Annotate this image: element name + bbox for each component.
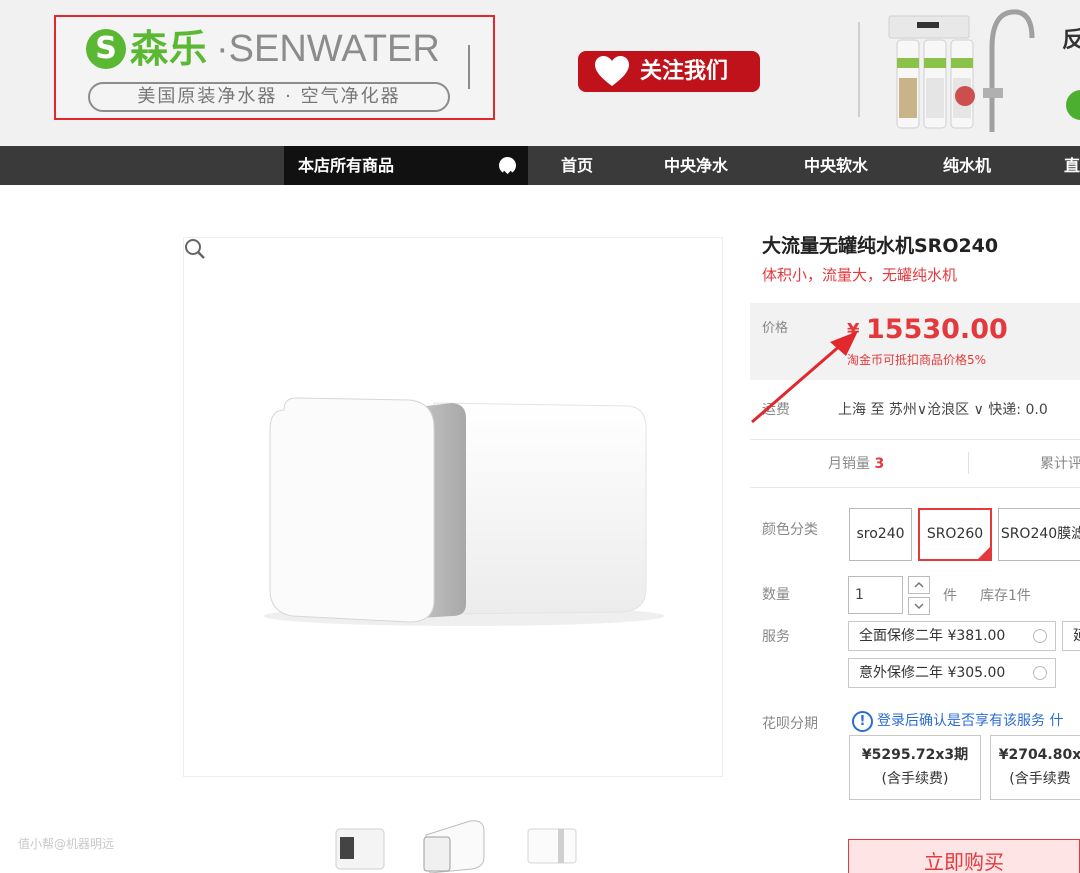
price-value: 15530.00 xyxy=(866,314,1008,345)
huabei-login-link[interactable]: 登录后确认是否享有该服务 什 xyxy=(877,711,1063,732)
color-category-label: 颜色分类 xyxy=(762,522,818,538)
nav-item-central-purify[interactable]: 中央净水 xyxy=(664,146,728,185)
logo-english-name: ·SENWATER xyxy=(216,28,440,70)
service-select-full-warranty[interactable]: 全面保修二年 ¥381.00 xyxy=(848,621,1056,651)
chevron-down-icon xyxy=(1033,629,1047,643)
service-option-label: 全面保修二年 ¥381.00 xyxy=(859,628,1006,644)
quantity-unit: 件 xyxy=(943,588,957,604)
thumbnail-2[interactable] xyxy=(420,815,488,873)
follow-us-label: 关注我们 xyxy=(640,59,729,84)
nav-item-central-soften[interactable]: 中央软水 xyxy=(804,146,868,185)
shop-logo[interactable]: S 森乐 ·SENWATER 美国原装净水器 · 空气净化器 xyxy=(54,15,495,120)
installment-fee-note: (含手续费) xyxy=(881,771,949,787)
heart-icon xyxy=(595,56,629,86)
price-label: 价格 xyxy=(762,321,789,336)
chevron-down-icon xyxy=(1033,666,1047,680)
water-purifier-banner-image[interactable] xyxy=(887,8,1037,136)
follow-us-button[interactable]: 关注我们 xyxy=(578,51,760,92)
divider xyxy=(750,439,1080,440)
logo-s-icon: S xyxy=(86,29,126,69)
chevron-down-icon xyxy=(499,157,516,177)
shipping-label: 运费 xyxy=(762,402,790,418)
monthly-sales-label: 月销量 xyxy=(828,456,870,472)
nav-item-home[interactable]: 首页 xyxy=(561,146,593,185)
watermark-text: 值小帮@机器明远 xyxy=(18,837,115,851)
installment-fee-note: (含手续费 xyxy=(1009,771,1071,787)
chevron-up-icon xyxy=(914,581,924,588)
thumbnail-3[interactable] xyxy=(520,815,582,873)
chevron-down-icon xyxy=(914,603,924,610)
product-subtitle: 体积小，流量大，无罐纯水机 xyxy=(762,266,958,284)
sku-option-sro240[interactable]: sro240 xyxy=(849,508,912,561)
nav-all-products-label: 本店所有商品 xyxy=(298,156,395,175)
logo-tagline: 美国原装净水器 · 空气净化器 xyxy=(88,82,450,112)
divider xyxy=(750,487,1080,488)
huabei-more-link[interactable]: 什 xyxy=(1049,713,1063,729)
service-option-label: 意外保修二年 ¥305.00 xyxy=(859,665,1006,681)
header-divider xyxy=(858,22,860,117)
nav-all-products[interactable]: 本店所有商品 xyxy=(284,146,528,185)
zoom-icon[interactable] xyxy=(184,238,206,260)
sales-divider xyxy=(968,452,969,474)
sku-option-sro260[interactable]: SRO260 xyxy=(918,508,992,561)
sku-option-sro240-membrane[interactable]: SRO240膜滤 xyxy=(998,508,1080,561)
quantity-label: 数量 xyxy=(762,587,790,603)
shop-header: S 森乐 ·SENWATER 美国原装净水器 · 空气净化器 关注我们 反 xyxy=(0,0,1080,146)
shipping-destination-select[interactable]: 上海 至 苏州∨沧浪区 ∨ 快递: 0.0 xyxy=(838,400,1048,420)
sku-option-label: SRO260 xyxy=(926,526,984,542)
logo-divider xyxy=(468,45,470,89)
service-select-extended[interactable]: 延 xyxy=(1062,621,1080,651)
service-select-accident-warranty[interactable]: 意外保修二年 ¥305.00 xyxy=(848,658,1056,688)
installment-option-3[interactable]: ¥5295.72x3期 (含手续费) xyxy=(849,735,981,800)
logo-chinese-name: 森乐 xyxy=(130,27,209,71)
nav-item-more[interactable]: 直 xyxy=(1064,146,1080,185)
shop-nav-bar: 本店所有商品 首页 中央净水 中央软水 纯水机 直 xyxy=(0,146,1080,185)
installment-option-6[interactable]: ¥2704.80x (含手续费 xyxy=(990,735,1080,800)
cumulative-reviews-link[interactable]: 累计评 xyxy=(1040,454,1080,474)
online-status-dot[interactable] xyxy=(1066,90,1080,120)
stock-count: 库存1件 xyxy=(980,588,1031,604)
huabei-installment-label: 花呗分期 xyxy=(762,716,818,732)
installment-amount: ¥2704.80x xyxy=(998,747,1080,763)
quantity-decrease-button[interactable] xyxy=(908,597,930,615)
quantity-increase-button[interactable] xyxy=(908,576,930,594)
selected-check-icon xyxy=(978,547,990,559)
currency-symbol: ¥ xyxy=(847,320,860,341)
thumbnail-1[interactable] xyxy=(330,815,388,873)
service-label: 服务 xyxy=(762,629,790,645)
taojinbi-note: 淘金币可抵扣商品价格5% xyxy=(847,353,987,367)
monthly-sales: 月销量 3 xyxy=(828,454,884,474)
nav-item-pure-water[interactable]: 纯水机 xyxy=(943,146,991,185)
buy-now-button[interactable]: 立即购买 xyxy=(848,839,1080,873)
product-main-image[interactable] xyxy=(183,237,723,777)
monthly-sales-count: 3 xyxy=(874,456,885,472)
product-title: 大流量无罐纯水机SRO240 xyxy=(762,235,999,257)
purifier-product-image xyxy=(264,397,664,626)
price-box: 价格 ¥ 15530.00 淘金币可抵扣商品价格5% xyxy=(750,303,1080,380)
info-icon: ! xyxy=(852,711,873,732)
huabei-note: 登录后确认是否享有该服务 xyxy=(877,713,1045,729)
installment-amount: ¥5295.72x3期 xyxy=(861,747,969,763)
quantity-input[interactable]: 1 xyxy=(848,576,903,614)
header-side-text: 反 xyxy=(1062,28,1080,53)
